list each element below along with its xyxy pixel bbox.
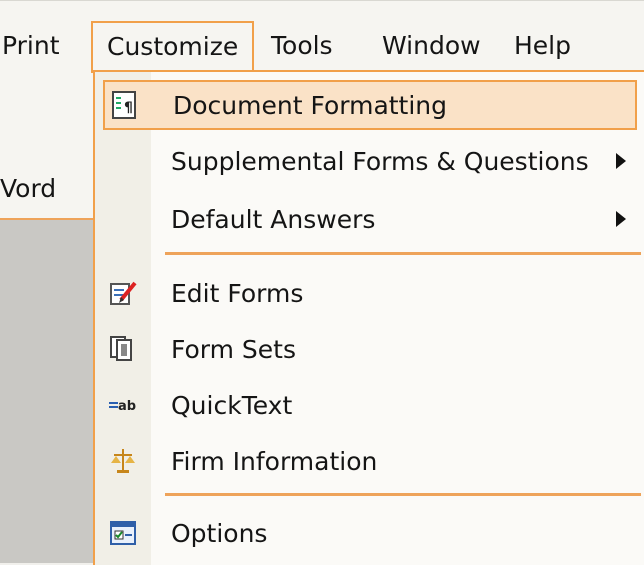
menu-item-document-formatting[interactable]: ¶ Document Formatting xyxy=(103,80,637,130)
document-formatting-icon: ¶ xyxy=(108,88,142,122)
menu-separator xyxy=(165,252,641,255)
toolbar-partial: Vord xyxy=(0,90,93,220)
options-icon xyxy=(106,516,140,550)
submenu-arrow-icon xyxy=(616,211,626,227)
svg-text:ab: ab xyxy=(118,399,136,414)
menu-item-label: Firm Information xyxy=(171,446,378,476)
application-window: Print Customize Tools Window Help Vord ¶… xyxy=(0,0,644,565)
menu-item-options[interactable]: Options xyxy=(95,508,644,558)
menu-separator xyxy=(165,493,641,496)
menu-print[interactable]: Print xyxy=(2,25,60,67)
edit-forms-icon xyxy=(106,276,140,310)
submenu-arrow-icon xyxy=(616,153,626,169)
svg-text:¶: ¶ xyxy=(124,100,133,116)
menu-item-label: Options xyxy=(171,518,268,548)
menu-help[interactable]: Help xyxy=(514,25,571,67)
firm-information-icon xyxy=(106,444,140,478)
menu-item-form-sets[interactable]: Form Sets xyxy=(95,324,644,374)
menu-window[interactable]: Window xyxy=(382,25,481,67)
menu-item-label: Default Answers xyxy=(171,204,376,234)
toolbar-word-label[interactable]: Vord xyxy=(0,174,56,203)
form-sets-icon xyxy=(106,332,140,366)
menu-item-firm-information[interactable]: Firm Information xyxy=(95,436,644,486)
menu-tools[interactable]: Tools xyxy=(271,25,333,67)
menu-item-quicktext[interactable]: ab QuickText xyxy=(95,380,644,430)
workspace-background xyxy=(0,220,93,563)
menu-item-label: QuickText xyxy=(171,390,293,420)
menu-customize[interactable]: Customize xyxy=(91,21,255,73)
menu-item-supplemental-forms[interactable]: Supplemental Forms & Questions xyxy=(95,136,644,186)
quicktext-icon: ab xyxy=(106,388,140,422)
menu-item-label: Form Sets xyxy=(171,334,296,364)
customize-dropdown-menu: ¶ Document Formatting Supplemental Forms… xyxy=(93,70,644,565)
menu-item-label: Supplemental Forms & Questions xyxy=(171,146,589,176)
menu-item-label: Document Formatting xyxy=(173,90,448,120)
menu-item-default-answers[interactable]: Default Answers xyxy=(95,194,644,244)
menu-item-label: Edit Forms xyxy=(171,278,304,308)
menu-item-edit-forms[interactable]: Edit Forms xyxy=(95,268,644,318)
